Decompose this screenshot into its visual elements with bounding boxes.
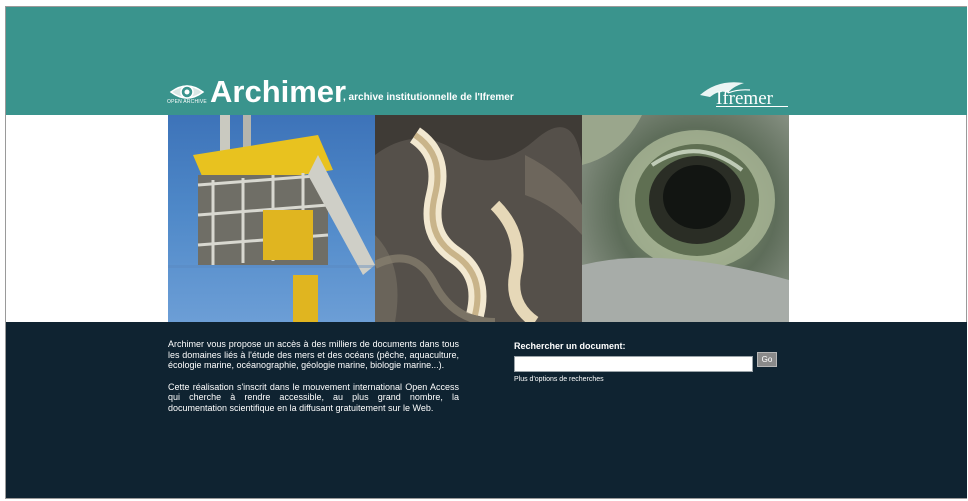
search-input[interactable] xyxy=(514,356,753,372)
fish-eye-photo xyxy=(582,115,789,322)
ifremer-underline xyxy=(716,106,788,107)
search-title: Rechercher un document: xyxy=(514,341,626,351)
intro-paragraph-2: Cette réalisation s'inscrit dans le mouv… xyxy=(168,381,459,413)
intro-text: Archimer vous propose un accès à des mil… xyxy=(168,339,459,424)
site-title: Archimer xyxy=(210,74,347,109)
more-search-options-link[interactable]: Plus d'options de recherches xyxy=(514,376,604,383)
site-subtitle: , archive institutionnelle de l'Ifremer xyxy=(343,92,514,103)
open-archive-label: OPEN ARCHIVE xyxy=(167,99,207,105)
go-button[interactable]: Go xyxy=(757,352,777,367)
intro-paragraph-1: Archimer vous propose un accès à des mil… xyxy=(168,339,459,370)
rov-photo xyxy=(168,115,375,322)
giant-clam-photo xyxy=(375,115,582,322)
content-panel xyxy=(6,322,967,498)
hero-photo-strip xyxy=(168,115,789,322)
